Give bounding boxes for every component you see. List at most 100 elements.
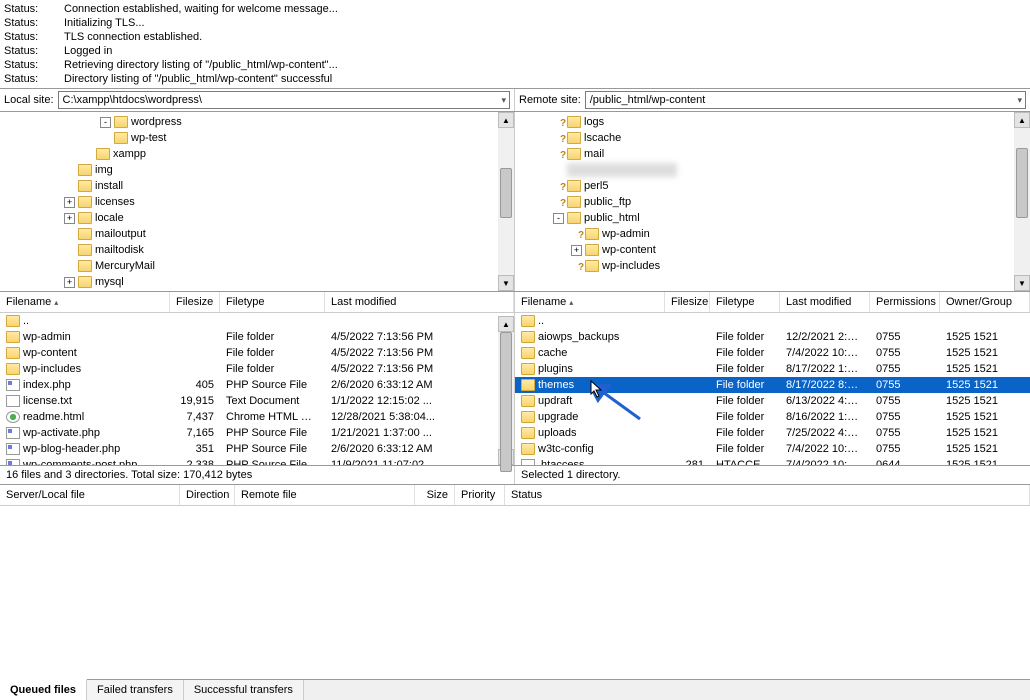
tree-node[interactable]: lscache bbox=[515, 130, 1030, 146]
tab-successful-transfers[interactable]: Successful transfers bbox=[184, 680, 304, 700]
tree-node[interactable]: logs bbox=[515, 114, 1030, 130]
queue-body[interactable] bbox=[0, 506, 1030, 679]
remote-tree[interactable]: logslscachemail perl5public_ftp-public_ht… bbox=[515, 112, 1030, 291]
list-item[interactable]: readme.html7,437Chrome HTML Do...12/28/2… bbox=[0, 409, 514, 425]
list-item[interactable]: index.php405PHP Source File2/6/2020 6:33… bbox=[0, 377, 514, 393]
tree-node[interactable]: +locale bbox=[0, 210, 514, 226]
scroll-down-icon[interactable]: ▼ bbox=[1014, 275, 1030, 291]
tree-node[interactable]: xampp bbox=[0, 146, 514, 162]
list-item[interactable]: w3tc-configFile folder7/4/2022 10:37:...… bbox=[515, 441, 1030, 457]
file-size: 19,915 bbox=[170, 393, 220, 409]
tree-node[interactable]: -wordpress bbox=[0, 114, 514, 130]
local-tree-scrollbar[interactable]: ▲ ▼ bbox=[498, 112, 514, 291]
expand-icon[interactable]: + bbox=[571, 245, 582, 256]
col-direction[interactable]: Direction bbox=[180, 485, 235, 505]
list-item[interactable]: wp-blog-header.php351PHP Source File2/6/… bbox=[0, 441, 514, 457]
tree-node[interactable]: +wp-content bbox=[515, 242, 1030, 258]
local-list-header[interactable]: Filename▴ Filesize Filetype Last modifie… bbox=[0, 292, 514, 313]
list-item[interactable]: pluginsFile folder8/17/2022 1:33:...0755… bbox=[515, 361, 1030, 377]
tree-node[interactable]: wp-test bbox=[0, 130, 514, 146]
remote-tree-scrollbar[interactable]: ▲ ▼ bbox=[1014, 112, 1030, 291]
folder-icon bbox=[521, 427, 535, 439]
scroll-up-icon[interactable]: ▲ bbox=[498, 112, 514, 128]
list-item[interactable]: .htaccess281HTACCESS ...7/4/2022 10:26:.… bbox=[515, 457, 1030, 465]
col-priority[interactable]: Priority bbox=[455, 485, 505, 505]
local-file-list[interactable]: Filename▴ Filesize Filetype Last modifie… bbox=[0, 292, 515, 465]
scroll-down-icon[interactable]: ▼ bbox=[498, 275, 514, 291]
expand-icon[interactable]: + bbox=[64, 213, 75, 224]
parent-icon bbox=[521, 315, 535, 327]
tree-node[interactable]: mailtodisk bbox=[0, 242, 514, 258]
file-owner: 1525 1521 bbox=[940, 361, 1030, 377]
col-remote-file[interactable]: Remote file bbox=[235, 485, 415, 505]
col-filetype[interactable]: Filetype bbox=[220, 292, 325, 312]
collapse-icon[interactable]: - bbox=[553, 213, 564, 224]
list-item[interactable]: wp-adminFile folder4/5/2022 7:13:56 PM bbox=[0, 329, 514, 345]
list-item[interactable]: wp-contentFile folder4/5/2022 7:13:56 PM bbox=[0, 345, 514, 361]
tree-node[interactable]: +licenses bbox=[0, 194, 514, 210]
local-list-scrollbar[interactable]: ▲ ▼ bbox=[498, 316, 514, 465]
status-line: Status:TLS connection established. bbox=[4, 30, 1026, 44]
col-filesize[interactable]: Filesize bbox=[170, 292, 220, 312]
list-item[interactable]: uploadsFile folder7/25/2022 4:36:...0755… bbox=[515, 425, 1030, 441]
list-item[interactable]: .. bbox=[515, 313, 1030, 329]
list-item[interactable]: wp-activate.php7,165PHP Source File1/21/… bbox=[0, 425, 514, 441]
col-permissions[interactable]: Permissions bbox=[870, 292, 940, 312]
col-filetype[interactable]: Filetype bbox=[710, 292, 780, 312]
tab-queued-files[interactable]: Queued files bbox=[0, 679, 87, 700]
local-site-input[interactable]: C:\xampp\htdocs\wordpress\ bbox=[58, 91, 510, 109]
local-tree[interactable]: -wordpresswp-testxamppimginstall+license… bbox=[0, 112, 515, 291]
list-item[interactable]: themesFile folder8/17/2022 8:55:...07551… bbox=[515, 377, 1030, 393]
tree-node[interactable]: mail bbox=[515, 146, 1030, 162]
col-status[interactable]: Status bbox=[505, 485, 1030, 505]
list-item[interactable]: upgradeFile folder8/16/2022 1:53:...0755… bbox=[515, 409, 1030, 425]
col-filesize[interactable]: Filesize bbox=[665, 292, 710, 312]
tree-node[interactable]: public_ftp bbox=[515, 194, 1030, 210]
queue-header[interactable]: Server/Local file Direction Remote file … bbox=[0, 485, 1030, 506]
col-server-file[interactable]: Server/Local file bbox=[0, 485, 180, 505]
scroll-up-icon[interactable]: ▲ bbox=[498, 316, 514, 332]
folder-icon bbox=[114, 132, 128, 144]
php-icon bbox=[6, 443, 20, 455]
tree-node[interactable]: install bbox=[0, 178, 514, 194]
tree-node[interactable]: wp-admin bbox=[515, 226, 1030, 242]
list-item[interactable]: license.txt19,915Text Document1/1/2022 1… bbox=[0, 393, 514, 409]
file-type: File folder bbox=[710, 409, 780, 425]
file-owner: 1525 1521 bbox=[940, 345, 1030, 361]
list-item[interactable]: wp-includesFile folder4/5/2022 7:13:56 P… bbox=[0, 361, 514, 377]
tree-label: mailoutput bbox=[95, 226, 146, 242]
tree-node[interactable]: -public_html bbox=[515, 210, 1030, 226]
remote-site-input[interactable]: /public_html/wp-content bbox=[585, 91, 1026, 109]
tree-node[interactable] bbox=[515, 162, 1030, 178]
tab-failed-transfers[interactable]: Failed transfers bbox=[87, 680, 184, 700]
col-modified[interactable]: Last modified bbox=[325, 292, 514, 312]
file-modified: 7/4/2022 10:38:... bbox=[780, 345, 870, 361]
tree-node[interactable]: wp-includes bbox=[515, 258, 1030, 274]
file-size: 405 bbox=[170, 377, 220, 393]
remote-list-header[interactable]: Filename▴ Filesize Filetype Last modifie… bbox=[515, 292, 1030, 313]
tree-node[interactable]: mailoutput bbox=[0, 226, 514, 242]
tree-node[interactable]: perl5 bbox=[515, 178, 1030, 194]
collapse-icon[interactable]: - bbox=[100, 117, 111, 128]
col-size[interactable]: Size bbox=[415, 485, 455, 505]
remote-file-list[interactable]: Filename▴ Filesize Filetype Last modifie… bbox=[515, 292, 1030, 465]
tree-node[interactable]: +mysql bbox=[0, 274, 514, 290]
list-item[interactable]: aiowps_backupsFile folder12/2/2021 2:09:… bbox=[515, 329, 1030, 345]
col-filename[interactable]: Filename▴ bbox=[515, 292, 665, 312]
list-item[interactable]: wp-comments-post.php2,338PHP Source File… bbox=[0, 457, 514, 465]
list-item[interactable]: updraftFile folder6/13/2022 4:00:...0755… bbox=[515, 393, 1030, 409]
list-item[interactable]: .. bbox=[0, 313, 514, 329]
file-type: File folder bbox=[710, 441, 780, 457]
expand-icon[interactable]: + bbox=[64, 277, 75, 288]
list-item[interactable]: cacheFile folder7/4/2022 10:38:...075515… bbox=[515, 345, 1030, 361]
col-filename[interactable]: Filename▴ bbox=[0, 292, 170, 312]
file-type: PHP Source File bbox=[220, 425, 325, 441]
folder-icon bbox=[78, 164, 92, 176]
expand-icon[interactable]: + bbox=[64, 197, 75, 208]
scroll-up-icon[interactable]: ▲ bbox=[1014, 112, 1030, 128]
folder-icon bbox=[96, 148, 110, 160]
tree-node[interactable]: img bbox=[0, 162, 514, 178]
tree-node[interactable]: MercuryMail bbox=[0, 258, 514, 274]
col-owner[interactable]: Owner/Group bbox=[940, 292, 1030, 312]
col-modified[interactable]: Last modified bbox=[780, 292, 870, 312]
